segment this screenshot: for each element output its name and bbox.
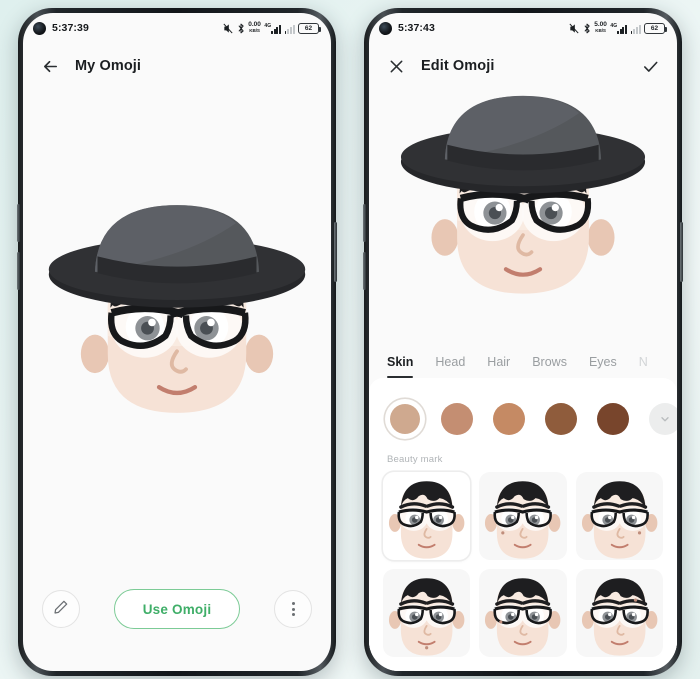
data-speed-icon: 5.00 KB/S [594,21,607,33]
sim1-signal-icon: 4G [610,23,628,34]
app-bar-left: My Omoji [23,43,331,89]
omoji-avatar [387,91,659,329]
status-clock: 5:37:43 [398,22,435,34]
page-title: Edit Omoji [421,58,495,74]
use-omoji-button[interactable]: Use Omoji [113,589,241,629]
omoji-preview-edit[interactable] [369,89,677,334]
battery-icon: 62 [644,23,667,34]
beauty-mark-option-2[interactable] [479,472,567,560]
more-options-button[interactable] [274,590,313,628]
omoji-thumbnail [579,479,659,560]
omoji-thumbnail [579,576,659,657]
sim2-signal-icon [630,24,641,34]
skin-tone-1[interactable] [385,399,425,439]
action-bar: Use Omoji [23,589,331,629]
power-button-right[interactable] [680,222,683,282]
sim2-signal-icon [284,24,295,34]
front-camera-punch-hole [33,21,46,35]
status-clock: 5:37:39 [52,22,89,34]
skin-tone-2-color [441,403,473,435]
beauty-mark-option-4[interactable] [383,569,471,657]
editor-tabs: Skin Head Hair Brows Eyes N [369,334,677,378]
omoji-preview[interactable] [23,89,331,561]
mute-icon [223,23,233,34]
close-icon[interactable] [385,55,407,77]
more-skin-tones-button[interactable] [645,399,677,439]
volume-up-button[interactable] [17,204,20,242]
beauty-mark-grid [369,472,677,657]
editor-sheet: Beauty mark [369,378,677,671]
omoji-editor-panel: Skin Head Hair Brows Eyes N Beauty mark [369,334,677,671]
more-vertical-icon [291,602,295,616]
chevron-down-icon [649,403,677,435]
arrow-left-icon[interactable] [39,55,61,77]
tab-nose-partial[interactable]: N [639,355,648,378]
phone-right: 5:37:43 5.00 KB/S 4G 62 Edit Omoji Skin … [363,8,683,676]
skin-tone-1-color [390,404,420,434]
omoji-thumbnail [387,479,467,560]
beauty-mark-option-3[interactable] [575,472,663,560]
beauty-mark-option-5[interactable] [479,569,567,657]
omoji-thumbnail [483,576,563,657]
skin-tone-5-color [597,403,629,435]
omoji-avatar [32,200,322,450]
data-speed-icon: 0.00 KB/S [248,21,261,33]
status-bar-left: 5:37:39 0.00 KB/S 4G 62 [23,13,331,43]
tab-skin[interactable]: Skin [387,355,414,378]
beauty-mark-option-1[interactable] [383,472,471,560]
skin-tone-2[interactable] [437,399,477,439]
omoji-thumbnail [483,479,563,560]
pencil-icon [53,599,69,620]
status-bar-right: 5:37:43 5.00 KB/S 4G 62 [369,13,677,43]
skin-tone-4-color [545,403,577,435]
beauty-mark-label: Beauty mark [387,454,443,465]
screen-my-omoji: 5:37:39 0.00 KB/S 4G 62 My Omoji Use Omo… [23,13,331,671]
phone-left: 5:37:39 0.00 KB/S 4G 62 My Omoji Use Omo… [17,8,337,676]
omoji-thumbnail [387,576,467,657]
bluetooth-icon [583,23,591,34]
battery-icon: 62 [298,23,321,34]
page-title: My Omoji [75,58,142,74]
tab-hair[interactable]: Hair [487,355,510,378]
skin-tone-4[interactable] [541,399,581,439]
beauty-mark-option-6[interactable] [575,569,663,657]
skin-tone-5[interactable] [593,399,633,439]
volume-down-button-right[interactable] [363,252,366,290]
edit-omoji-button[interactable] [41,590,80,628]
power-button[interactable] [334,222,337,282]
volume-up-button-right[interactable] [363,204,366,242]
mute-icon [569,23,579,34]
app-bar-right: Edit Omoji [369,43,677,89]
tab-head[interactable]: Head [435,355,465,378]
skin-tone-row [369,392,677,446]
volume-down-button[interactable] [17,252,20,290]
check-icon[interactable] [639,55,661,77]
sim1-signal-icon: 4G [264,23,282,34]
skin-tone-3-color [493,403,525,435]
screen-edit-omoji: 5:37:43 5.00 KB/S 4G 62 Edit Omoji Skin … [369,13,677,671]
bluetooth-icon [237,23,245,34]
status-icons: 5.00 KB/S 4G 62 [569,21,667,34]
tab-eyes[interactable]: Eyes [589,355,617,378]
tab-brows[interactable]: Brows [532,355,567,378]
skin-tone-3[interactable] [489,399,529,439]
front-camera-punch-hole [379,21,392,35]
status-icons: 0.00 KB/S 4G 62 [223,21,321,34]
